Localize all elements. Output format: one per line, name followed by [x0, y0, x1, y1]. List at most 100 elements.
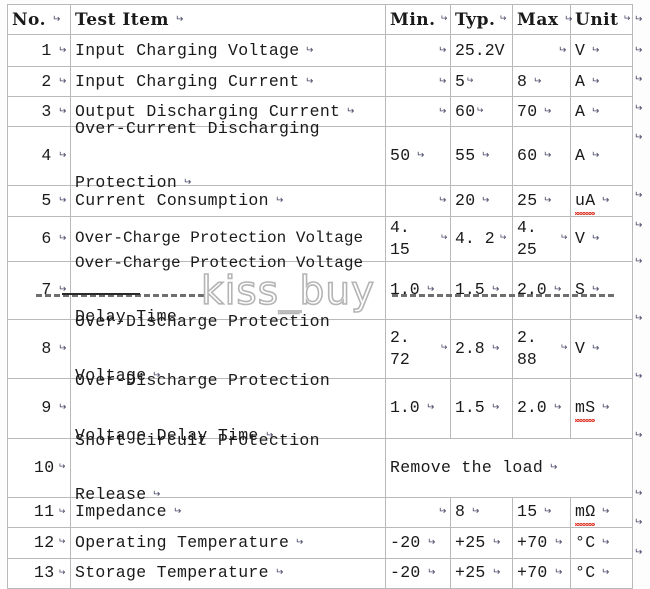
test-item-label: Storage Temperature	[75, 563, 269, 583]
paragraph-mark-icon: ↵	[152, 369, 161, 381]
paragraph-mark-icon: ↵	[591, 284, 600, 296]
paragraph-mark-icon: ↵	[57, 150, 66, 161]
cell-min: 50 ↵	[385, 126, 451, 186]
cell-typ: 60 ↵	[450, 96, 513, 127]
paragraph-mark-icon: ↵	[499, 14, 508, 24]
paragraph-mark-icon: ↵	[58, 567, 66, 578]
paragraph-mark-icon: ↵	[543, 150, 552, 161]
unit-value: mΩ	[575, 502, 596, 526]
cell-unit: °C ↵	[570, 526, 633, 559]
paragraph-mark-icon: ↵	[471, 506, 480, 518]
cell-max: +70 ↵	[512, 526, 571, 559]
cell-no: 9 ↵	[7, 377, 71, 439]
max-value: 70	[517, 101, 538, 121]
paragraph-mark-icon: ↵	[174, 13, 184, 25]
paragraph-mark-icon: ↵	[440, 233, 448, 244]
paragraph-mark-icon: ↵	[57, 342, 66, 354]
paragraph-mark-icon: ↵	[601, 536, 610, 548]
cell-max: +70 ↵	[512, 557, 571, 589]
cell-max: 25 ↵	[512, 185, 571, 217]
unit-value: A	[575, 146, 586, 166]
header-label-item: Test Item	[75, 9, 169, 30]
paragraph-mark-icon: ↵	[591, 44, 600, 56]
header-cell-unit: Unit ↵	[570, 4, 633, 35]
typ-value: 4. 2	[455, 228, 495, 248]
max-value: 8	[517, 71, 528, 91]
min-value: 2. 72	[390, 327, 420, 369]
cell-typ: 8 ↵	[450, 496, 513, 528]
paragraph-mark-icon: ↵	[634, 547, 643, 558]
cell-item: Over-Current Discharging Protection ↵	[70, 119, 386, 192]
paragraph-mark-icon: ↵	[601, 506, 610, 518]
table-row: 2 ↵ Input Charging Current ↵ ↵ 5 ↵ 8 ↵ A…	[7, 66, 633, 97]
typ-value: +25	[455, 563, 486, 583]
paragraph-mark-icon: ↵	[437, 195, 446, 206]
paragraph-mark-icon: ↵	[634, 371, 643, 382]
cell-item: Short Circuit Protection Release ↵	[70, 431, 386, 504]
row-number: 2	[41, 71, 52, 91]
cell-item: Storage Temperature ↵	[70, 557, 386, 589]
test-item-label-line1: Short Circuit Protection	[75, 430, 320, 450]
paragraph-mark-icon: ↵	[264, 429, 274, 441]
paragraph-mark-icon: ↵	[57, 195, 66, 206]
paragraph-mark-icon: ↵	[274, 195, 284, 206]
paragraph-mark-icon: ↵	[498, 233, 507, 244]
cell-max: 60 ↵	[512, 126, 571, 186]
test-item-label: Impedance	[75, 502, 167, 522]
header-cell-min: Min. ↵	[385, 4, 451, 35]
unit-value: V	[575, 228, 586, 248]
typ-value: 1.5	[455, 398, 485, 418]
cell-no: 2 ↵	[7, 66, 71, 97]
paragraph-mark-icon: ↵	[491, 536, 500, 548]
unit-value: V	[575, 40, 586, 60]
cell-min: 1.0 ↵	[385, 260, 451, 320]
cell-no: 4 ↵	[7, 126, 71, 186]
cell-merged-value: Remove the load ↵	[385, 437, 633, 498]
cell-typ: 1.5 ↵	[450, 377, 513, 439]
paragraph-mark-icon: ↵	[591, 342, 600, 354]
paragraph-mark-icon: ↵	[57, 105, 66, 117]
cell-typ: 2.8 ↵	[450, 318, 513, 379]
paragraph-mark-icon: ↵	[634, 313, 643, 324]
paragraph-mark-icon: ↵	[305, 75, 314, 87]
typ-value: 1.5	[455, 280, 485, 300]
cell-max: 2.0 ↵	[512, 260, 571, 320]
cell-no: 5 ↵	[7, 185, 71, 217]
cell-no: 11 ↵	[7, 496, 71, 528]
cell-unit: A ↵	[570, 96, 633, 127]
cell-unit: V ↵	[570, 34, 633, 67]
unit-value: °C	[575, 532, 596, 552]
paragraph-mark-icon: ↵	[425, 402, 435, 414]
paragraph-mark-icon: ↵	[543, 506, 552, 518]
header-cell-no: No. ↵	[7, 4, 71, 35]
typ-value: 2.8	[455, 338, 485, 358]
table-header-row: No. ↵ Test Item ↵ Min. ↵ Typ. ↵ Max ↵ Un…	[7, 4, 633, 35]
unit-value: °C	[575, 563, 596, 583]
test-item-label: Operating Temperature	[75, 532, 290, 552]
cell-no: 10 ↵	[7, 437, 71, 498]
min-value: -20	[390, 532, 421, 552]
paragraph-mark-icon: ↵	[634, 430, 643, 441]
typ-value: 20	[455, 191, 476, 211]
cell-no: 7 ↵	[7, 260, 71, 320]
paragraph-mark-icon: ↵	[552, 284, 562, 296]
cell-min: ↵	[385, 496, 451, 528]
paragraph-mark-icon: ↵	[634, 517, 643, 528]
paragraph-mark-icon: ↵	[57, 402, 66, 414]
header-label-no: No.	[12, 9, 46, 30]
typ-value: 8	[455, 502, 466, 522]
cell-max: 8 ↵	[512, 66, 571, 97]
unit-value: A	[575, 71, 586, 91]
min-value: 4. 15	[390, 218, 420, 259]
cell-min: ↵	[385, 66, 451, 97]
test-item-label-line1: Over-Discharge Protection	[75, 311, 331, 331]
min-value: -20	[390, 563, 421, 583]
paragraph-mark-icon: ↵	[274, 567, 284, 579]
paragraph-mark-icon: ↵	[634, 74, 643, 85]
paragraph-mark-icon: ↵	[634, 190, 643, 201]
cell-min: -20 ↵	[385, 557, 451, 589]
paragraph-mark-icon: ↵	[305, 44, 314, 56]
row-number: 10	[34, 457, 55, 477]
table-row: 11 ↵ Impedance ↵ ↵ 8 ↵ 15 ↵ mΩ ↵	[7, 496, 633, 528]
paragraph-mark-icon: ↵	[476, 106, 484, 116]
